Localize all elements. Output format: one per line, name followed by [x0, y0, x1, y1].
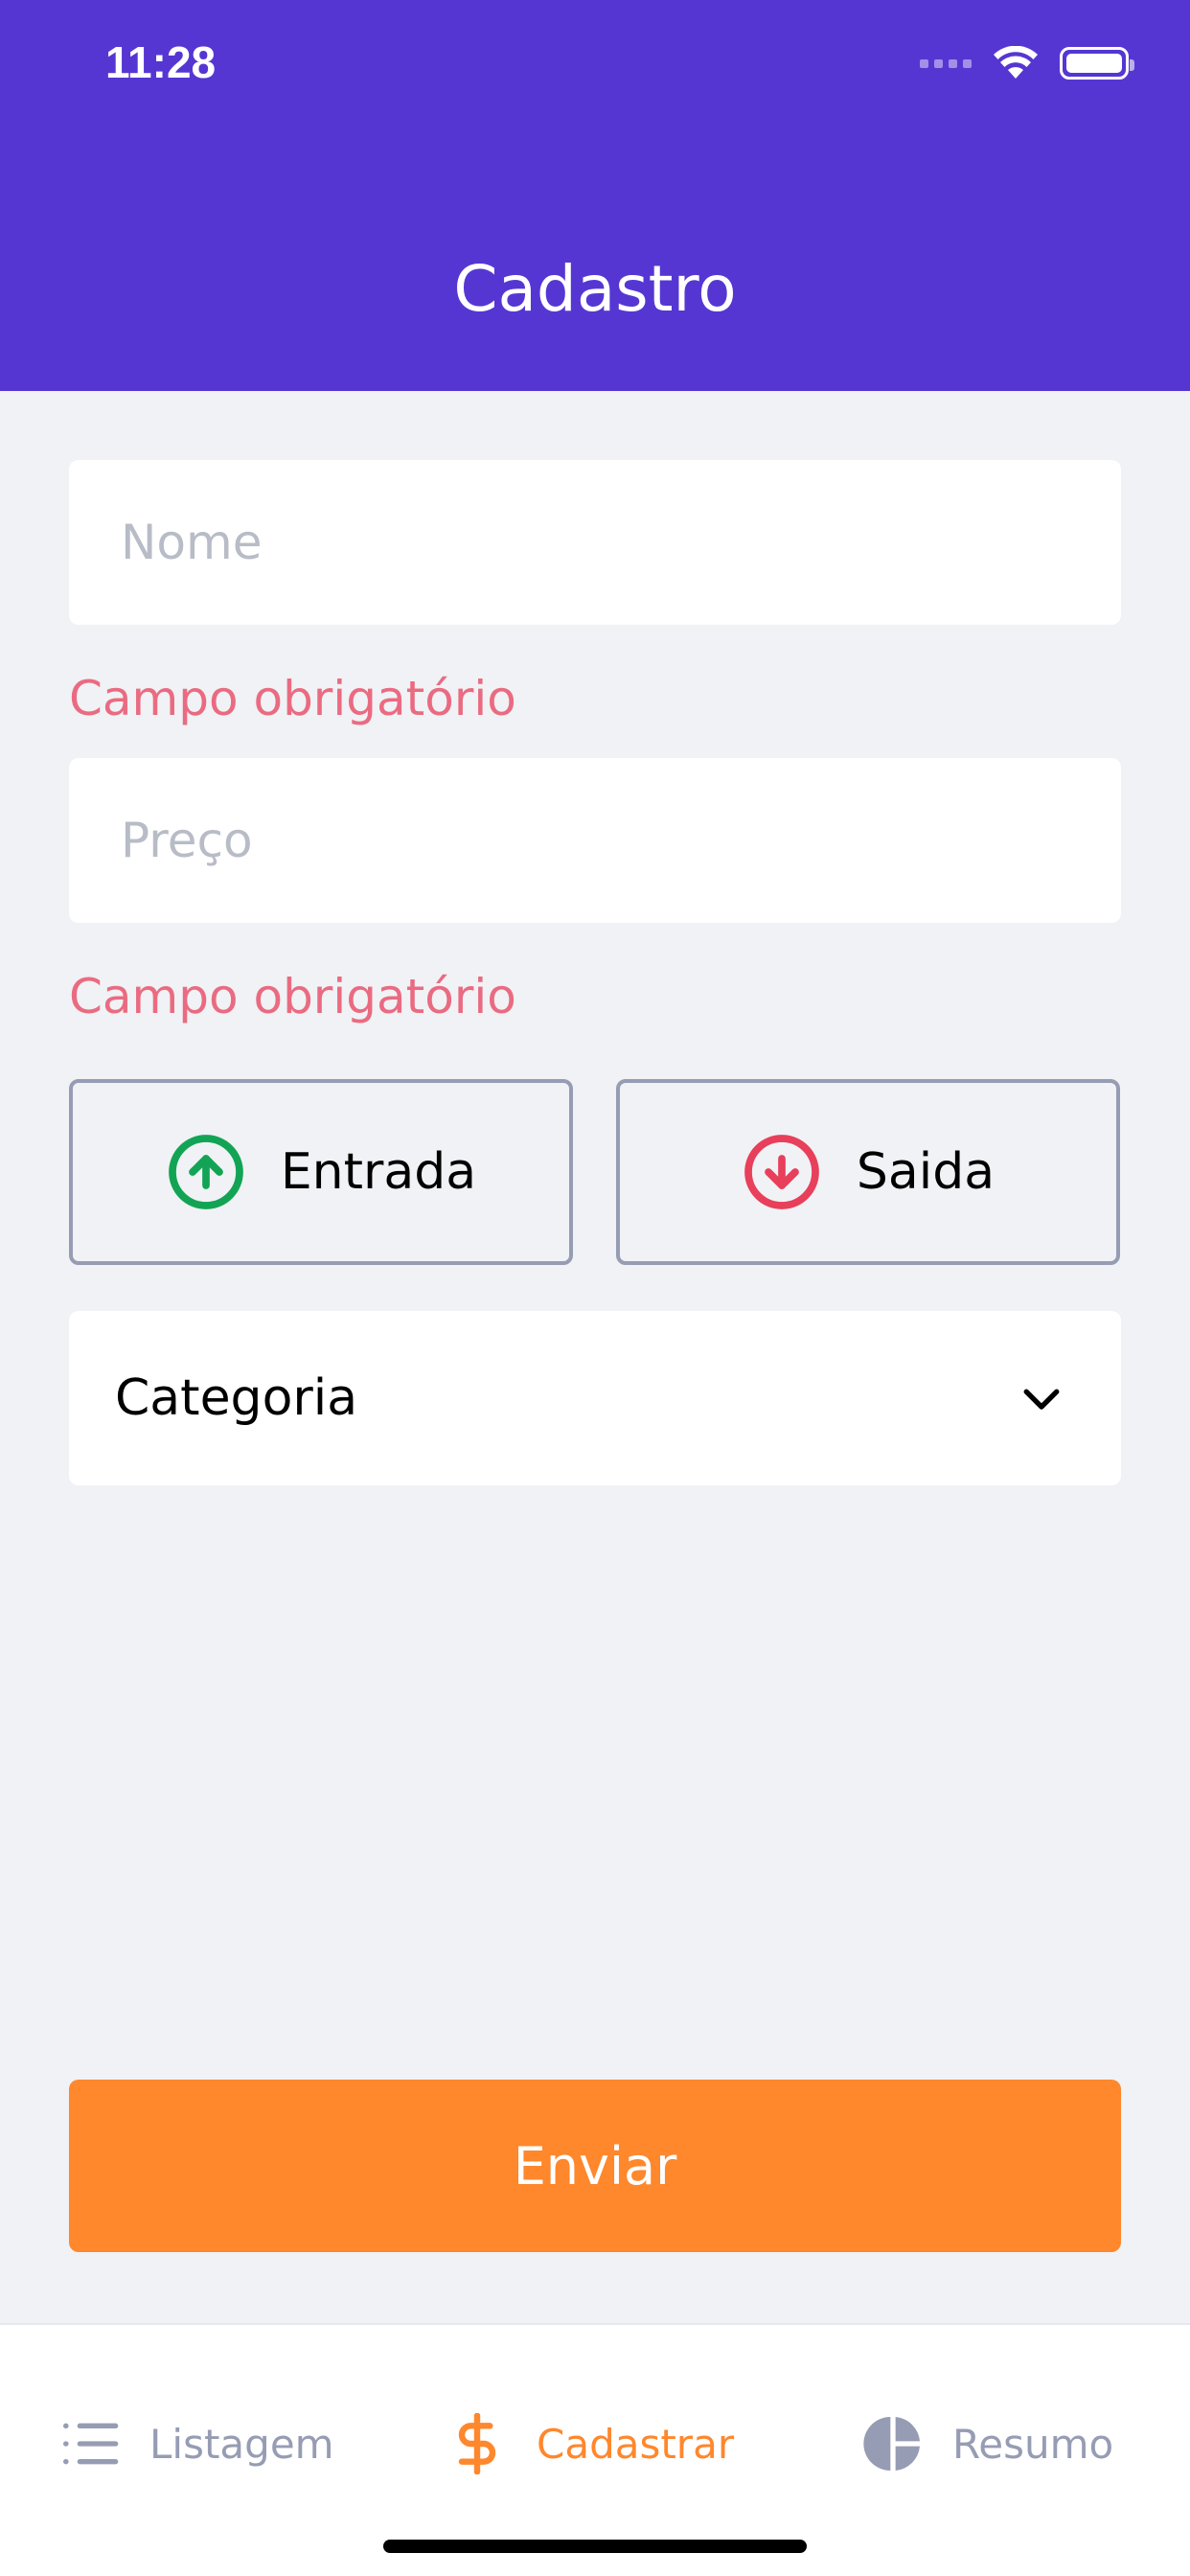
app-header: 11:28 Cadastro — [0, 0, 1190, 391]
arrow-up-circle-icon — [168, 1135, 243, 1209]
tab-cadastrar-label: Cadastrar — [537, 2420, 735, 2468]
tab-resumo-label: Resumo — [952, 2420, 1114, 2468]
tab-listagem[interactable]: Listagem — [59, 2405, 334, 2482]
battery-icon — [1060, 47, 1134, 80]
name-error-message: Campo obrigatório — [69, 671, 516, 726]
arrow-down-circle-icon — [744, 1135, 819, 1209]
list-icon — [63, 2423, 119, 2465]
category-select-label: Categoria — [115, 1369, 358, 1427]
category-select[interactable]: Categoria — [69, 1311, 1121, 1485]
wifi-icon — [994, 46, 1038, 79]
dollar-sign-icon — [458, 2413, 496, 2474]
chevron-down-icon — [1023, 1389, 1060, 1410]
income-type-label: Entrada — [280, 1143, 477, 1201]
price-input[interactable] — [69, 758, 1121, 923]
outcome-type-button[interactable]: Saida — [616, 1079, 1120, 1265]
pie-chart-icon — [863, 2417, 920, 2471]
status-time: 11:28 — [105, 37, 217, 87]
tab-cadastrar[interactable]: Cadastrar — [446, 2405, 734, 2482]
home-indicator[interactable] — [383, 2540, 807, 2553]
submit-button[interactable]: Enviar — [69, 2080, 1121, 2252]
tab-resumo[interactable]: Resumo — [862, 2405, 1113, 2482]
cellular-signal-icon — [920, 58, 972, 68]
tab-listagem-label: Listagem — [149, 2420, 334, 2468]
price-error-message: Campo obrigatório — [69, 969, 516, 1024]
page-title: Cadastro — [453, 252, 737, 326]
status-indicators — [920, 44, 1134, 82]
income-type-button[interactable]: Entrada — [69, 1079, 573, 1265]
outcome-type-label: Saida — [856, 1143, 995, 1201]
name-input[interactable] — [69, 460, 1121, 625]
bottom-tab-bar: Listagem Cadastrar Resumo — [0, 2323, 1190, 2576]
